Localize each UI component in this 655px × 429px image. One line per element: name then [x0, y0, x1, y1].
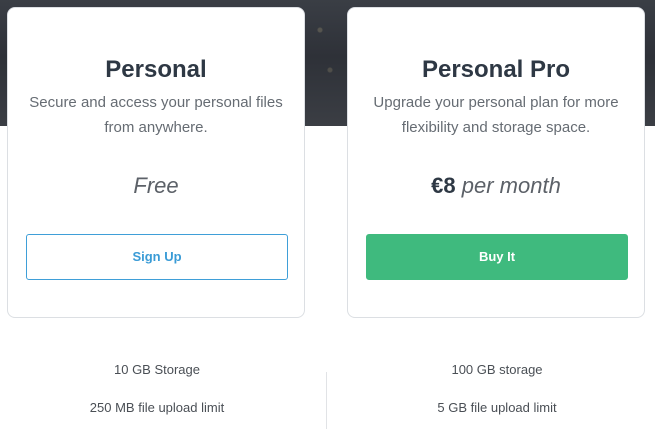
feature-divider: [326, 372, 327, 429]
plan-price-free: Free: [133, 173, 179, 198]
plan-price: Free: [8, 172, 304, 200]
pricing-page: Personal Secure and access your personal…: [0, 0, 655, 429]
feature-item: 100 GB storage: [451, 362, 543, 377]
plan-description: Upgrade your personal plan for more flex…: [373, 94, 619, 136]
plan-card-personal-pro: Personal Pro Upgrade your personal plan …: [347, 7, 645, 318]
plan-price-period: per month: [461, 173, 561, 198]
feature-item: 10 GB Storage: [114, 362, 200, 377]
plan-description: Secure and access your personal files fr…: [29, 94, 283, 136]
plan-title: Personal: [105, 56, 207, 83]
feature-list-personal: 10 GB Storage 250 MB file upload limit: [7, 355, 307, 429]
feature-item: 5 GB file upload limit: [437, 400, 557, 415]
feature-list-personal-pro: 100 GB storage 5 GB file upload limit: [347, 355, 647, 429]
plan-title: Personal Pro: [421, 56, 571, 83]
buy-it-button[interactable]: Buy It: [366, 234, 628, 280]
plan-card-personal: Personal Secure and access your personal…: [7, 7, 305, 318]
feature-item: 250 MB file upload limit: [89, 400, 225, 415]
plan-price: €8 per month: [348, 172, 644, 200]
plan-price-amount: €8: [431, 173, 456, 198]
sign-up-button[interactable]: Sign Up: [26, 234, 288, 280]
